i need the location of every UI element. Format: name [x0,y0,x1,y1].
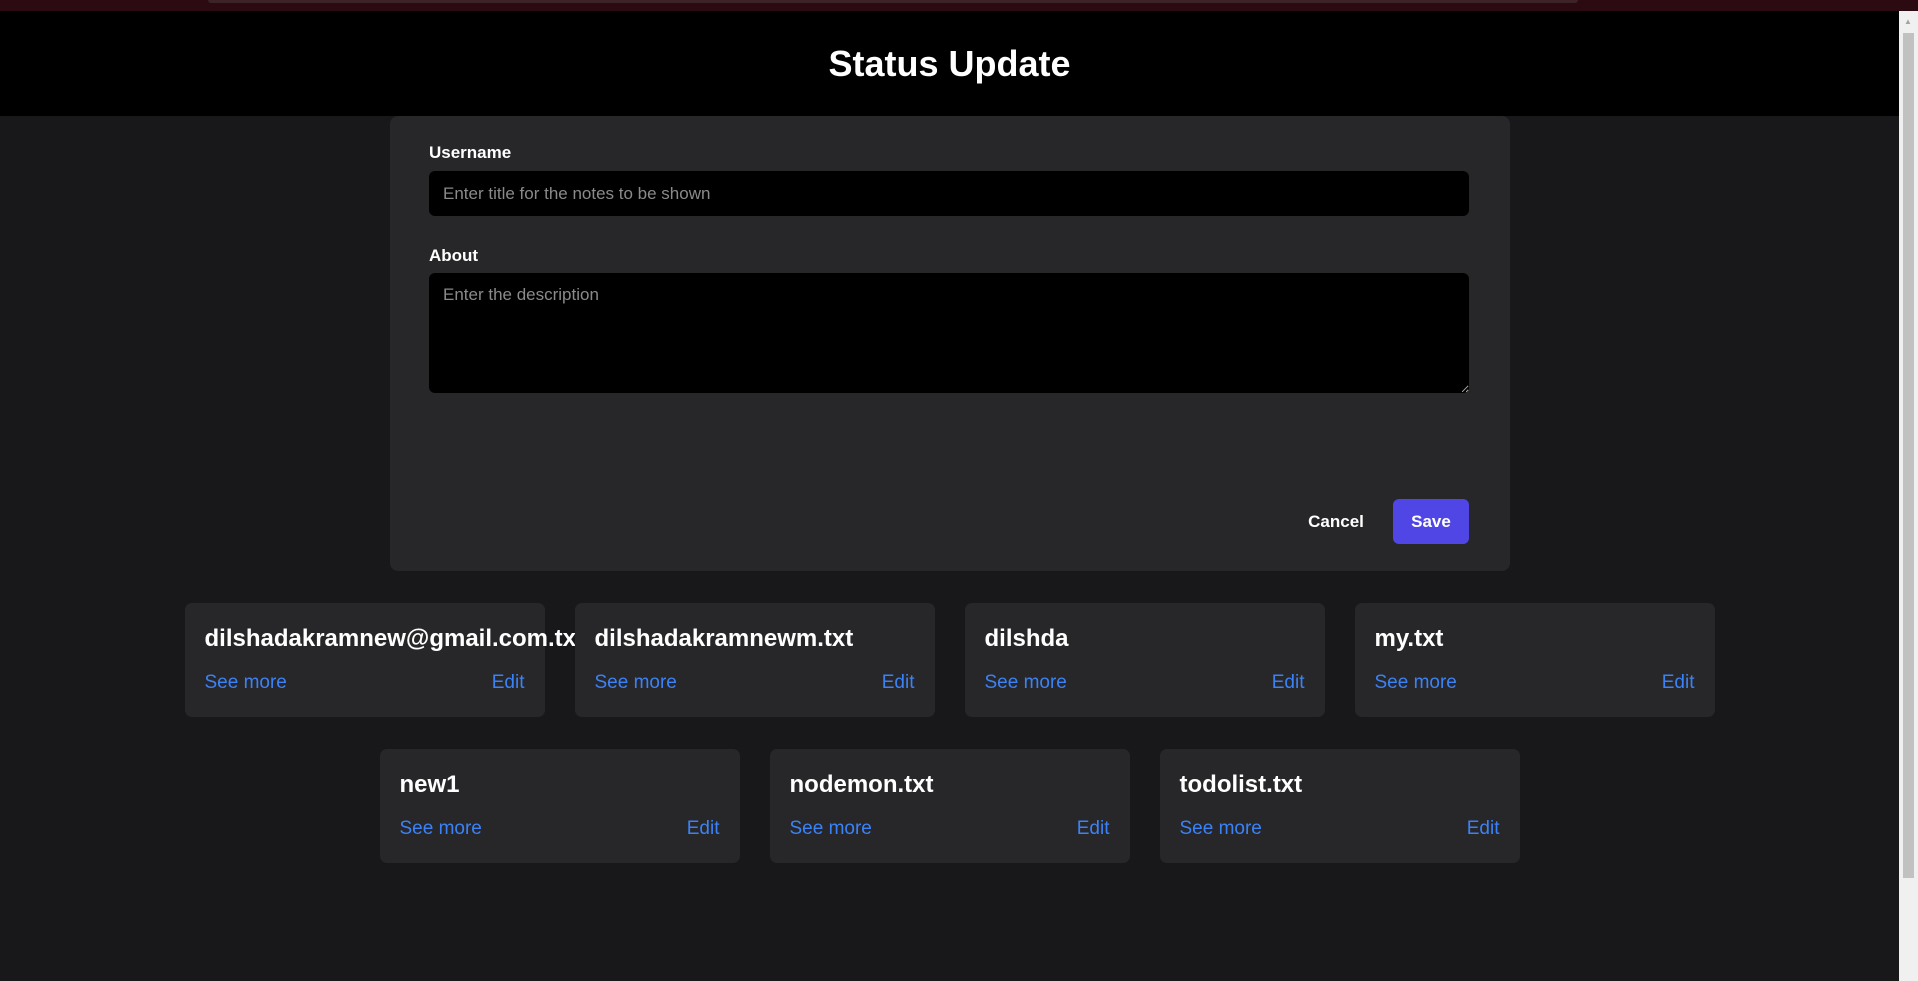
note-title: dilshadakramnew@gmail.com.txt [204,625,585,652]
edit-link[interactable]: Edit [687,818,720,840]
scrollbar-thumb[interactable] [1903,33,1914,878]
page-header: Status Update [0,11,1899,116]
status-form: Username About Cancel Save [390,116,1510,571]
edit-link[interactable]: Edit [492,672,525,694]
see-more-link[interactable]: See more [1375,672,1457,694]
scroll-up-arrow-icon[interactable]: ▲ [1904,17,1912,26]
note-title: todolist.txt [1179,771,1303,798]
note-card: dilshadakramnew@gmail.com.txt See more E… [184,603,584,717]
note-title: dilshadakramnewm.txt [594,625,854,652]
edit-link[interactable]: Edit [1662,672,1695,694]
see-more-link[interactable]: See more [400,818,482,840]
page: Status Update Username About Cancel Save… [0,11,1899,981]
edit-link[interactable]: Edit [1467,818,1500,840]
see-more-link[interactable]: See more [595,672,677,694]
note-card: todolist.txt See more Edit [1159,749,1520,863]
about-label: About [429,246,479,265]
note-title: dilshda [984,625,1069,652]
note-title: nodemon.txt [789,771,934,798]
see-more-link[interactable]: See more [790,818,872,840]
note-card: dilshadakramnewm.txt See more Edit [574,603,935,717]
edit-link[interactable]: Edit [882,672,915,694]
notes-grid: dilshadakramnew@gmail.com.txt See more E… [0,603,1899,863]
note-card: new1 See more Edit [379,749,740,863]
browser-top-strip [0,0,1918,11]
cancel-button[interactable]: Cancel [1300,499,1372,544]
username-label: Username [429,143,512,162]
see-more-link[interactable]: See more [985,672,1067,694]
page-title: Status Update [828,42,1071,84]
note-title: my.txt [1374,625,1444,652]
username-input[interactable] [429,171,1469,216]
browser-address-bar-edge [208,0,1578,3]
save-button[interactable]: Save [1393,499,1469,544]
note-title: new1 [399,771,460,798]
scrollbar[interactable]: ▲ [1899,11,1918,981]
see-more-link[interactable]: See more [205,672,287,694]
note-card: nodemon.txt See more Edit [769,749,1130,863]
note-card: dilshda See more Edit [964,603,1325,717]
see-more-link[interactable]: See more [1180,818,1262,840]
note-card: my.txt See more Edit [1354,603,1715,717]
about-textarea[interactable] [429,273,1469,393]
edit-link[interactable]: Edit [1272,672,1305,694]
edit-link[interactable]: Edit [1077,818,1110,840]
